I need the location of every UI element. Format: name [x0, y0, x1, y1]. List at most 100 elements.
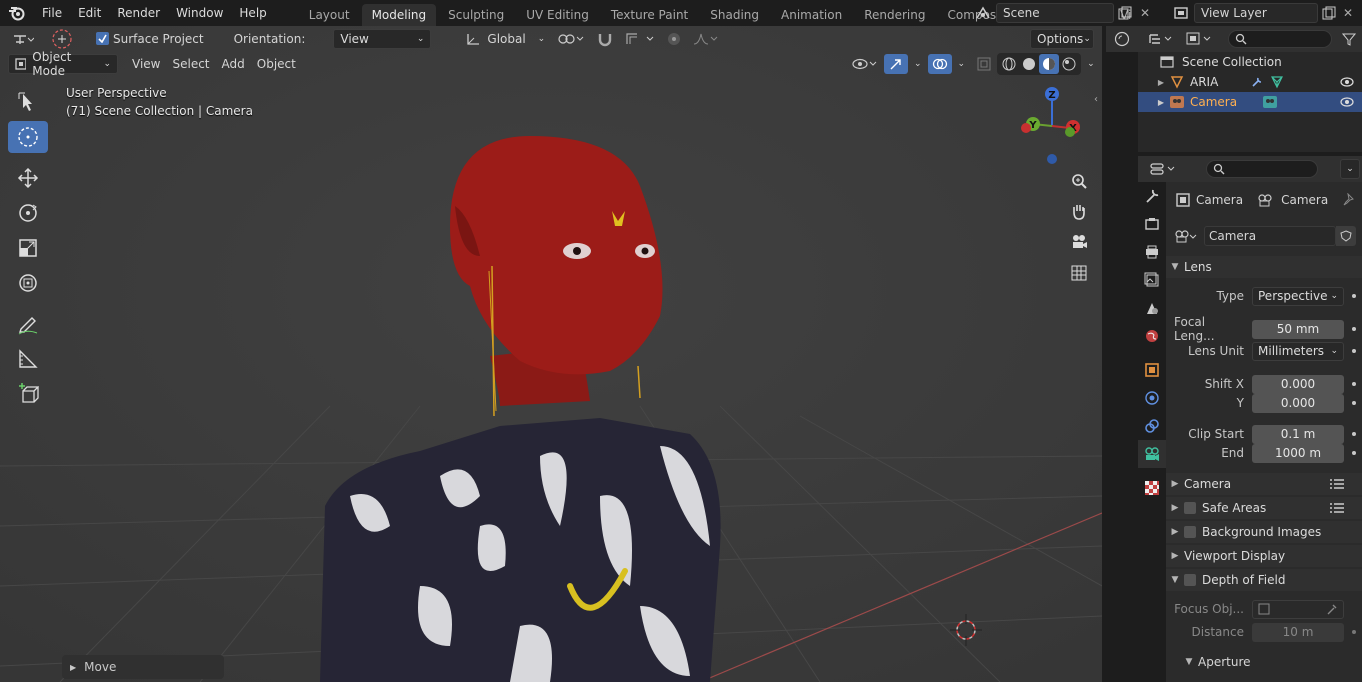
3d-viewport[interactable]: Surface Project Orientation: View ⌄ Glob… — [0, 26, 1102, 682]
visibility-dropdown[interactable] — [846, 54, 884, 74]
tab-world[interactable] — [1138, 322, 1166, 350]
camera-panel-header[interactable]: ▶ Camera — [1166, 473, 1362, 495]
tab-render[interactable] — [1138, 210, 1166, 238]
rotate-tool[interactable] — [8, 197, 48, 229]
new-view-layer-icon[interactable] — [1318, 6, 1340, 20]
shift-x-field[interactable]: 0.000 — [1252, 374, 1344, 394]
viewport-display-panel-header[interactable]: ▶ Viewport Display — [1166, 545, 1362, 567]
snap-target-dropdown[interactable] — [619, 29, 661, 49]
datablock-browse-dropdown[interactable] — [1174, 229, 1204, 243]
outliner-scene-collection[interactable]: Scene Collection — [1138, 52, 1362, 72]
material-shading-icon[interactable] — [1039, 54, 1060, 74]
depth-of-field-panel-header[interactable]: ▼ Depth of Field — [1166, 569, 1362, 591]
scale-tool[interactable] — [8, 232, 48, 264]
presets-list-icon[interactable] — [1330, 478, 1344, 490]
gizmo-dropdown[interactable]: ⌄ — [908, 54, 928, 74]
expand-triangle-icon[interactable]: ▶ — [1138, 98, 1164, 107]
expand-triangle-icon[interactable]: ▶ — [1138, 78, 1164, 87]
properties-editor-dropdown[interactable] — [1144, 159, 1184, 179]
keyframe-dot-icon[interactable] — [1352, 401, 1356, 405]
tab-rendering[interactable]: Rendering — [854, 4, 935, 26]
tab-texture-paint[interactable]: Texture Paint — [601, 4, 698, 26]
tab-view-layer[interactable] — [1138, 266, 1166, 294]
menu-window[interactable]: Window — [168, 2, 231, 24]
last-operator-panel[interactable]: ▶ Move — [62, 655, 224, 679]
focal-length-field[interactable]: 50 mm — [1252, 319, 1344, 339]
keyframe-dot-icon[interactable] — [1352, 451, 1356, 455]
pin-icon[interactable] — [1342, 193, 1354, 207]
pan-view-button[interactable] — [1066, 198, 1092, 224]
tab-shading[interactable]: Shading — [700, 4, 769, 26]
presets-list-icon[interactable] — [1330, 502, 1344, 514]
keyframe-dot-icon[interactable] — [1352, 349, 1356, 353]
menu-edit[interactable]: Edit — [70, 2, 109, 24]
overlays-dropdown[interactable]: ⌄ — [952, 54, 972, 74]
filter-dropdown[interactable] — [1336, 29, 1362, 49]
surface-project-checkbox[interactable] — [96, 32, 109, 45]
new-scene-icon[interactable] — [1114, 3, 1136, 23]
eyedropper-icon[interactable] — [1326, 603, 1338, 615]
datablock-name-field[interactable]: Camera — [1204, 226, 1336, 246]
keyframe-dot-icon[interactable] — [1352, 630, 1356, 634]
safe-areas-checkbox[interactable] — [1184, 502, 1196, 514]
type-dropdown[interactable]: Perspective ⌄ — [1252, 286, 1344, 306]
sidebar-toggle-icon[interactable]: ‹ — [1094, 94, 1098, 105]
display-mode-dropdown[interactable] — [1180, 29, 1220, 49]
safe-areas-panel-header[interactable]: ▶ Safe Areas — [1166, 497, 1362, 519]
distance-field[interactable]: 10 m — [1252, 622, 1344, 642]
properties-search-input[interactable] — [1206, 160, 1318, 178]
tool-settings-dropdown[interactable] — [6, 29, 40, 49]
solid-shading-icon[interactable] — [1019, 54, 1039, 74]
shading-dropdown[interactable]: ⌄ — [1081, 54, 1101, 74]
eye-icon[interactable] — [1340, 75, 1354, 89]
scene-name-field[interactable]: Scene — [996, 2, 1114, 23]
zoom-view-button[interactable] — [1066, 168, 1092, 194]
transform-tool[interactable] — [8, 267, 48, 299]
view-layer-selector[interactable]: View Layer ✕ — [1168, 2, 1362, 23]
outliner-editor-dropdown[interactable] — [1142, 29, 1180, 49]
eye-icon[interactable] — [1340, 95, 1354, 109]
rendered-shading-icon[interactable] — [1059, 54, 1079, 74]
tab-object[interactable] — [1138, 356, 1166, 384]
ortho-toggle-button[interactable] — [1066, 260, 1092, 286]
keyframe-dot-icon[interactable] — [1352, 327, 1356, 331]
mode-dropdown[interactable]: Object Mode ⌄ — [8, 50, 118, 78]
keyframe-dot-icon[interactable] — [1352, 294, 1356, 298]
fake-user-shield-icon[interactable] — [1336, 226, 1356, 246]
transform-orientation-dropdown[interactable]: Global ⌄ — [459, 29, 551, 49]
navigation-gizmo[interactable]: Z X Y — [1012, 84, 1092, 174]
aperture-subpanel-header[interactable]: ▼ Aperture — [1166, 652, 1362, 672]
view-layer-icon[interactable] — [1168, 6, 1194, 20]
tab-physics[interactable] — [1138, 384, 1166, 412]
scene-selector[interactable]: Scene ✕ — [970, 2, 1160, 23]
outliner-editor-type-icon[interactable] — [1106, 26, 1138, 52]
tab-texture[interactable] — [1138, 474, 1166, 502]
pivot-point-dropdown[interactable] — [551, 29, 591, 49]
tab-output[interactable] — [1138, 238, 1166, 266]
outliner-item-aria[interactable]: ▶ ARIA — [1138, 72, 1362, 92]
depth-of-field-checkbox[interactable] — [1184, 574, 1196, 586]
menu-render[interactable]: Render — [109, 2, 168, 24]
properties-options-dropdown[interactable]: ⌄ — [1340, 159, 1360, 179]
menu-select[interactable]: Select — [166, 54, 215, 74]
blender-logo-icon[interactable] — [0, 0, 34, 26]
add-cube-tool[interactable] — [8, 378, 48, 410]
select-circle-tool-icon[interactable] — [44, 28, 80, 49]
tab-layout[interactable]: Layout — [299, 4, 360, 26]
orientation-dropdown[interactable]: View ⌄ — [333, 28, 432, 49]
annotate-tool[interactable] — [8, 308, 48, 340]
tab-tool[interactable] — [1138, 182, 1166, 210]
surface-project-toggle[interactable]: Surface Project — [90, 29, 210, 49]
tab-animation[interactable]: Animation — [771, 4, 852, 26]
camera-view-button[interactable] — [1066, 229, 1092, 255]
tab-modeling[interactable]: Modeling — [361, 4, 437, 26]
menu-help[interactable]: Help — [231, 2, 274, 24]
tab-scene[interactable] — [1138, 294, 1166, 322]
clip-start-field[interactable]: 0.1 m — [1252, 424, 1344, 444]
wireframe-shading-icon[interactable] — [999, 54, 1019, 74]
move-tool[interactable] — [8, 162, 48, 194]
xray-toggle[interactable] — [971, 54, 997, 74]
options-dropdown[interactable]: Options ⌄ — [1030, 28, 1094, 49]
gizmo-toggle[interactable] — [884, 54, 908, 74]
tab-constraints[interactable] — [1138, 412, 1166, 440]
